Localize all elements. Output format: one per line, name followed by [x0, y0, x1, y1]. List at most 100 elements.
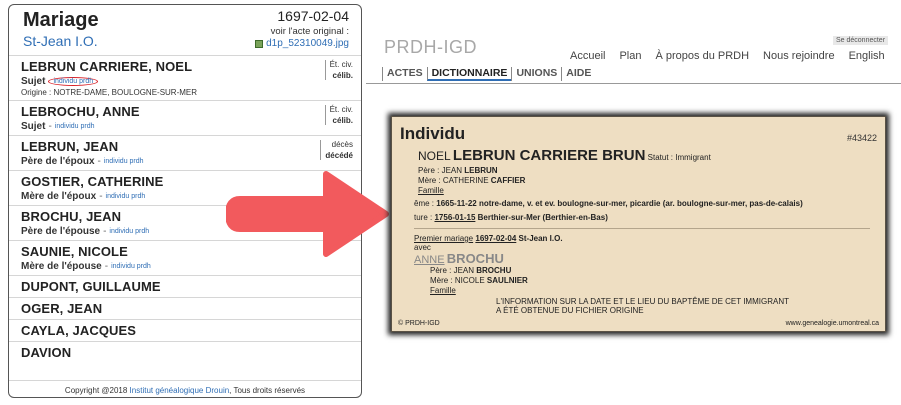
person-role-row: Sujet - individu prdh: [21, 121, 95, 132]
person-entry: OGER, JEAN: [9, 297, 361, 319]
record-type-title: Mariage: [23, 9, 99, 31]
person-role-row: Mère de l'épouse - individu prdh: [21, 261, 151, 272]
person-name: CAYLA, JACQUES: [21, 323, 137, 338]
individual-name-row: NOEL LEBRUN CARRIERE BRUN Statut : Immig…: [418, 147, 711, 164]
image-file-icon: [255, 39, 264, 48]
tab-dictionnaire[interactable]: DICTIONNAIRE: [426, 67, 512, 81]
person-role: Sujet: [21, 121, 46, 132]
burial-row: ture : 1756-01-15 Berthier-sur-Mer (Bert…: [414, 213, 608, 222]
spouse-mother-row: Mère : NICOLE SAULNIER: [430, 276, 528, 285]
individual-first-name: NOEL: [418, 149, 451, 163]
baptism-date: 1665-11-22: [436, 199, 477, 208]
record-date: 1697-02-04: [277, 8, 349, 24]
spouse-name-row: ANNE BROCHU: [414, 251, 504, 266]
individu-prdh-link[interactable]: individu prdh: [104, 158, 144, 165]
burial-date[interactable]: 1756-01-15: [434, 213, 475, 222]
nav-join[interactable]: Nous rejoindre: [763, 50, 835, 62]
person-role: Mère de l'épouse: [21, 261, 102, 272]
person-name: LEBRUN CARRIERE, NOEL: [21, 59, 193, 74]
civil-status-label: Ét. civ.: [329, 105, 353, 114]
person-name: DUPONT, GUILLAUME: [21, 279, 161, 294]
first-marriage-link[interactable]: Premier mariage: [414, 234, 473, 243]
baptism-place: notre-dame, v. et ev. boulogne-sur-mer, …: [478, 199, 803, 208]
individu-prdh-link[interactable]: individu prdh: [109, 228, 149, 235]
individu-prdh-link[interactable]: individu prdh: [106, 193, 146, 200]
person-entry: LEBROCHU, ANNE Sujet - individu prdh Ét.…: [9, 100, 361, 135]
father-row: Père : JEAN LEBRUN: [418, 166, 498, 175]
mother-row: Mère : CATHERINE CAFFIER: [418, 176, 525, 185]
individu-prdh-link[interactable]: individu prdh: [111, 263, 151, 270]
parish-link[interactable]: St-Jean I.O.: [23, 33, 98, 49]
card-website[interactable]: www.genealogie.umontreal.ca: [786, 320, 879, 327]
person-role: Sujet: [21, 76, 46, 87]
rights-text: , Tous droits réservés: [229, 386, 306, 395]
civil-status: Ét. civ. célib.: [324, 60, 353, 80]
tab-actes[interactable]: ACTES: [382, 67, 427, 81]
top-navigation: Accueil Plan À propos du PRDH Nous rejoi…: [570, 50, 885, 62]
person-entry: LEBRUN, JEAN Père de l'époux - individu …: [9, 135, 361, 170]
record-header: Mariage St-Jean I.O. 1697-02-04 voir l'a…: [9, 5, 361, 55]
spouse-first-name[interactable]: ANNE: [414, 254, 445, 266]
civil-status-value: célib.: [332, 116, 353, 125]
card-copyright: © PRDH-IGD: [398, 320, 440, 327]
header-divider: [366, 83, 901, 84]
card-divider: [414, 228, 870, 229]
baptism-label: ême :: [414, 199, 435, 208]
nav-home[interactable]: Accueil: [570, 50, 605, 62]
site-brand[interactable]: PRDH-IGD: [384, 37, 477, 58]
father-last-name: LEBRUN: [464, 166, 498, 175]
copyright-text: Copyright @2018: [64, 386, 128, 395]
tab-aide[interactable]: AIDE: [561, 67, 595, 81]
copyright-footer: Copyright @2018 Institut généalogique Dr…: [9, 380, 361, 395]
family-link[interactable]: Famille: [418, 186, 444, 195]
civil-status-label: Ét. civ.: [329, 60, 353, 69]
original-act-link[interactable]: d1p_52310049.jpg: [255, 38, 349, 49]
individual-id: #43422: [846, 133, 877, 143]
person-origin: Origine : NOTRE-DAME, BOULOGNE-SUR-MER: [21, 88, 198, 97]
individu-prdh-link[interactable]: individu prdh: [48, 77, 99, 86]
spouse-father-label: Père : JEAN: [430, 266, 475, 275]
nav-about[interactable]: À propos du PRDH: [656, 50, 750, 62]
person-name: OGER, JEAN: [21, 301, 103, 316]
person-role: Père de l'époux: [21, 156, 95, 167]
spouse-mother-last-name: SAULNIER: [486, 276, 528, 285]
note-line-2: A ÉTÉ OBTENUE DU FICHIER ORIGINE: [496, 306, 644, 315]
civil-status-value: célib.: [332, 71, 353, 80]
person-entry: LEBRUN CARRIERE, NOEL Sujet individu prd…: [9, 55, 361, 100]
logout-button[interactable]: Se déconnecter: [833, 36, 889, 45]
person-name: LEBROCHU, ANNE: [21, 104, 140, 119]
nav-english[interactable]: English: [849, 50, 885, 62]
spouse-last-name[interactable]: BROCHU: [447, 251, 504, 266]
person-role: Père de l'épouse: [21, 226, 101, 237]
tab-unions[interactable]: UNIONS: [511, 67, 561, 81]
original-act-filename[interactable]: d1p_52310049.jpg: [266, 38, 349, 49]
person-role-row: Sujet individu prdh: [21, 76, 349, 87]
original-act-label: voir l'acte original :: [270, 26, 349, 37]
individual-card: Individu #43422 NOEL LEBRUN CARRIERE BRU…: [391, 116, 886, 332]
burial-place: Berthier-sur-Mer (Berthier-en-Bas): [477, 213, 608, 222]
father-label: Père : JEAN: [418, 166, 463, 175]
marriage-row: Premier mariage 1697-02-04 St-Jean I.O.: [414, 234, 563, 243]
mother-label: Mère : CATHERINE: [418, 176, 489, 185]
person-entry: CAYLA, JACQUES: [9, 319, 361, 341]
mother-last-name: CAFFIER: [490, 176, 526, 185]
burial-label: ture :: [414, 213, 433, 222]
spouse-father-row: Père : JEAN BROCHU: [430, 266, 511, 275]
right-arrow-icon: [226, 171, 389, 257]
nav-plan[interactable]: Plan: [619, 50, 641, 62]
institute-link[interactable]: Institut généalogique Drouin: [130, 386, 230, 395]
death-status-label: décès: [331, 140, 353, 149]
person-entry: DAVION: [9, 341, 361, 363]
person-name: DAVION: [21, 345, 72, 360]
person-role: Mère de l'époux: [21, 191, 97, 202]
spouse-family-link[interactable]: Famille: [430, 286, 456, 295]
individual-last-name: LEBRUN CARRIERE BRUN: [452, 147, 646, 164]
spouse-father-last-name: BROCHU: [476, 266, 512, 275]
main-tabs: ACTES DICTIONNAIRE UNIONS AIDE: [382, 67, 595, 81]
marriage-place: St-Jean I.O.: [518, 234, 563, 243]
individu-prdh-link[interactable]: individu prdh: [55, 123, 95, 130]
note-line-1: L'INFORMATION SUR LA DATE ET LE LIEU DU …: [496, 297, 789, 306]
civil-status: Ét. civ. célib.: [324, 105, 353, 125]
death-status-value: décédé: [325, 151, 353, 160]
marriage-date[interactable]: 1697-02-04: [475, 234, 516, 243]
